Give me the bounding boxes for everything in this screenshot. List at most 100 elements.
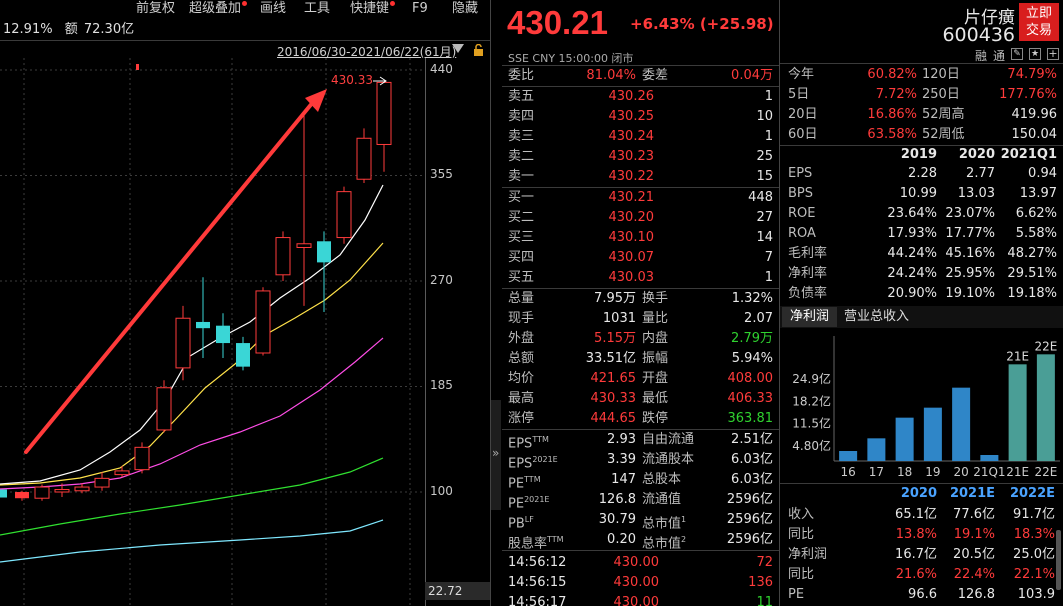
stat-row: 均价 421.65 开盘 408.00 — [502, 369, 779, 389]
buy-price: 430.20 — [608, 210, 655, 225]
trade-now-button[interactable]: 立即 交易 — [1019, 3, 1059, 41]
profit-bar[interactable] — [1008, 364, 1027, 461]
lock-icon[interactable] — [473, 43, 484, 56]
sell-price: 430.24 — [608, 129, 655, 144]
profit-bar[interactable] — [1036, 354, 1055, 461]
forecast-scrollbar[interactable] — [1056, 530, 1061, 590]
forecast-value: 65.1亿 — [895, 507, 937, 522]
candle[interactable] — [134, 442, 150, 474]
financial-row: ROE 23.64% 23.07% 6.62% — [780, 204, 1063, 224]
candle[interactable] — [94, 472, 110, 491]
stat-row: 涨停 444.65 跌停 363.81 — [502, 409, 779, 429]
tab-net-profit[interactable]: 净利润 — [782, 307, 838, 327]
funda-divider — [502, 550, 779, 551]
stat-label: 总量 — [508, 291, 535, 306]
profit-bar[interactable] — [980, 455, 999, 461]
profit-x-tick: 18 — [897, 465, 912, 479]
profit-y-tick: 24.9亿 — [792, 371, 831, 386]
toolbar-overlay-button[interactable]: 超级叠加 — [189, 0, 241, 18]
tick-price: 430.00 — [613, 595, 660, 606]
profit-x-tick: 16 — [840, 465, 855, 479]
tick-list[interactable]: 14:56:12 430.00 72 14:56:15 430.00 136 14:56:1… — [502, 553, 779, 606]
toolbar-hide-button[interactable]: 隐藏 — [452, 0, 478, 18]
trade-stats: 总量 7.95万 换手 1.32% 现手 1031 量比 2.07 外盘 5.15万 内盘 2.79万… — [502, 289, 779, 429]
stat-value: 406.33 — [727, 391, 774, 406]
badge-tong: 通 — [993, 49, 1006, 63]
profit-x-tick: 22E — [1034, 465, 1057, 479]
sell-price: 430.25 — [608, 109, 655, 124]
performance-label: 20日 — [788, 107, 818, 122]
info-divider — [780, 63, 1063, 64]
profit-x-tick: 17 — [869, 465, 884, 479]
profit-y-tick: 18.2亿 — [792, 393, 831, 408]
toolbar-f9-button[interactable]: F9 — [412, 0, 428, 18]
chart-info-line: 12.91% 额 72.30亿 — [0, 21, 134, 39]
profit-bar-chart[interactable]: 24.9亿18.2亿11.5亿4.80亿16 17 18 19 20 21Q1 21E21E… — [780, 328, 1063, 483]
candle[interactable] — [296, 113, 312, 306]
stat-row: 外盘 5.15万 内盘 2.79万 — [502, 329, 779, 349]
candle[interactable] — [336, 186, 352, 244]
toolbar-draw-button[interactable]: 画线 — [260, 0, 286, 18]
range-dropdown-icon[interactable] — [452, 44, 464, 53]
forecast-row: PE 96.6 126.8 103.9 — [780, 585, 1063, 605]
y-tick-185: 185 — [430, 378, 453, 392]
sell-row: 卖三 430.24 1 — [502, 127, 779, 147]
toolbar-tools-button[interactable]: 工具 — [304, 0, 330, 18]
collapse-handle[interactable]: » — [491, 400, 501, 510]
profit-bar[interactable] — [867, 438, 886, 461]
candle[interactable] — [15, 490, 29, 501]
stat-label: 跌停 — [642, 411, 669, 426]
forecast-value: 21.6% — [895, 567, 937, 582]
performance-label: 250日 — [922, 87, 960, 102]
financial-value: 0.94 — [1028, 166, 1057, 181]
forecast-value: 25.0亿 — [1013, 547, 1055, 562]
profit-bar[interactable] — [839, 451, 858, 461]
financial-row: 净利率 24.24% 25.95% 29.51% — [780, 264, 1063, 284]
candle[interactable] — [356, 128, 372, 183]
tab-revenue[interactable]: 营业总收入 — [844, 307, 909, 327]
buy-volume: 1 — [764, 270, 773, 285]
chart-toolbar: 前复权 超级叠加 画线 工具 快捷键 F9 隐藏 — [0, 0, 490, 20]
candle[interactable] — [255, 287, 271, 356]
fundamental-label-suffix: TTM — [547, 535, 564, 544]
fundamental-row: PBLF 30.79 总市值1 2596亿 — [502, 510, 779, 531]
candle[interactable] — [216, 313, 230, 358]
financial-value: 20.90% — [887, 286, 937, 301]
toolbar-fuquan-button[interactable]: 前复权 — [136, 0, 175, 18]
candle[interactable] — [156, 380, 172, 433]
kline-chart[interactable] — [0, 58, 490, 606]
buy-level-label: 买五 — [508, 270, 535, 285]
performance-value: 16.86% — [867, 107, 917, 122]
sell-volume: 1 — [764, 89, 773, 104]
add-icon[interactable]: + — [1047, 48, 1059, 60]
candle[interactable] — [34, 484, 50, 501]
financial-label: EPS — [788, 166, 813, 181]
date-range-text: 2016/06/30-2021/06/22(61月) — [277, 45, 457, 59]
financial-row: 毛利率 44.24% 45.16% 48.27% — [780, 244, 1063, 264]
profit-bar[interactable] — [923, 407, 942, 461]
stat-label: 总额 — [508, 351, 535, 366]
toolbar-shortcut-button[interactable]: 快捷键 — [350, 0, 389, 18]
financial-value: 13.97 — [1019, 186, 1057, 201]
order-ratio-value: 81.04% — [586, 68, 636, 83]
financial-value: 13.03 — [957, 186, 995, 201]
financial-value: 25.95% — [945, 266, 995, 281]
profit-bar[interactable] — [895, 417, 914, 461]
profit-bar[interactable] — [952, 387, 971, 461]
trade-now-line2: 交易 — [1025, 23, 1052, 38]
star-icon[interactable]: ★ — [1029, 48, 1041, 60]
candle[interactable] — [376, 81, 392, 172]
edit-icon[interactable]: ✎ — [1011, 48, 1023, 60]
financial-header: 2019 2020 2021Q1 — [780, 145, 1063, 165]
info-amount-label: 额 — [64, 22, 78, 37]
stat-value: 7.95万 — [594, 291, 636, 306]
sell-row: 卖二 430.23 25 — [502, 147, 779, 167]
financial-value: 10.99 — [899, 186, 937, 201]
candle[interactable] — [275, 231, 291, 282]
candle[interactable] — [175, 305, 191, 381]
tick-volume: 72 — [756, 555, 773, 570]
fundamental-label-suffix: TTM — [524, 475, 541, 484]
candle[interactable] — [236, 336, 250, 371]
sell-volume: 10 — [756, 109, 773, 124]
stat-value: 5.94% — [731, 351, 773, 366]
